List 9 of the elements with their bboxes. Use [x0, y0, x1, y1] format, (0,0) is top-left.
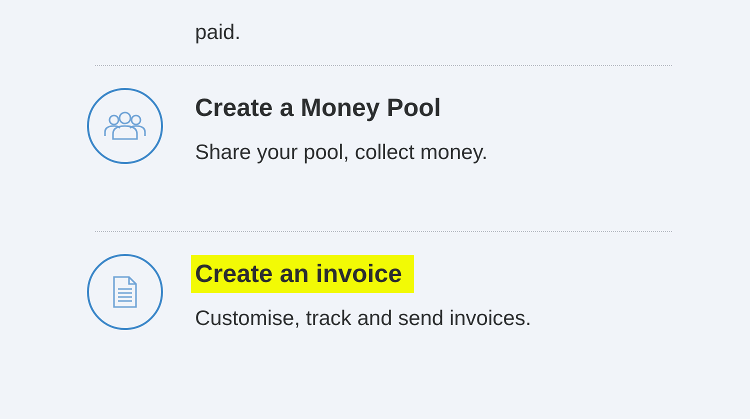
option-description: Share your pool, collect money.	[195, 140, 488, 166]
option-title[interactable]: Create an invoice	[191, 255, 414, 293]
document-icon	[112, 275, 138, 309]
people-icon	[103, 111, 147, 141]
option-icon-circle[interactable]	[87, 88, 163, 164]
option-icon-circle[interactable]	[87, 254, 163, 330]
option-description: Customise, track and send invoices.	[195, 306, 532, 332]
option-description: paid.	[195, 20, 241, 46]
option-title[interactable]: Create a Money Pool	[191, 92, 445, 124]
